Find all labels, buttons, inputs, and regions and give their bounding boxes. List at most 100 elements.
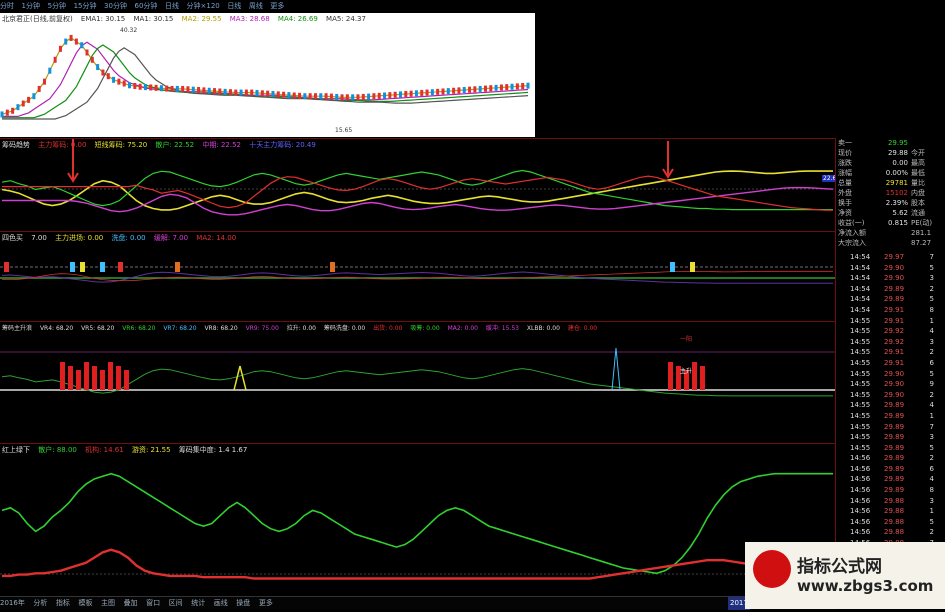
- quote-row: 总量 29781 量比: [836, 178, 945, 188]
- quote-row: 卖一 29.95: [836, 138, 945, 148]
- bottom-item[interactable]: 分析: [33, 599, 47, 607]
- quote-label: 总量: [838, 179, 852, 187]
- tick-row: 14:56 29.89 6: [836, 464, 945, 475]
- toolbar-item[interactable]: 30分钟: [104, 2, 127, 10]
- candle: [388, 92, 392, 99]
- four-color-panel[interactable]: 四色买 7.00 主力进场: 0.00 洗盘: 0.00 缓解: 7.00 MA…: [0, 231, 835, 322]
- tick-row: 14:55 29.89 4: [836, 400, 945, 411]
- candle: [239, 89, 243, 96]
- toolbar-item[interactable]: 分钟×120: [187, 2, 220, 10]
- tick-row: 14:55 29.89 7: [836, 422, 945, 433]
- red-green-panel[interactable]: 红上绿下 散户: 88.00 机构: 14.61 游资: 21.55 筹码集中度…: [0, 443, 835, 597]
- tick-volume: 4: [929, 475, 934, 484]
- tick-price: 29.88: [884, 528, 905, 537]
- candle: [377, 92, 381, 99]
- candle: [430, 89, 434, 96]
- candle: [266, 90, 270, 97]
- candle: [5, 109, 9, 116]
- candle: [27, 96, 31, 103]
- candle: [452, 87, 456, 94]
- candle: [175, 85, 179, 92]
- candle: [398, 91, 402, 98]
- bottom-item[interactable]: 模板: [78, 599, 92, 607]
- bottom-item[interactable]: 更多: [259, 599, 273, 607]
- tick-time: 14:54: [850, 253, 871, 261]
- legend-item: 十天主力筹码: 20.49: [249, 141, 316, 149]
- tick-price: 29.88: [884, 517, 905, 526]
- watermark-url: www.zbgs3.com: [797, 577, 934, 595]
- candle: [515, 83, 519, 90]
- quote-value: 29.95: [887, 139, 908, 147]
- ma5-line: [2, 47, 529, 120]
- quote-label: 大宗流入: [838, 239, 866, 247]
- down-arrow-icon: [662, 141, 674, 179]
- candle: [186, 86, 190, 93]
- tick-volume: 6: [929, 358, 934, 367]
- quote-label-2: [908, 139, 911, 147]
- candle: [250, 89, 254, 96]
- bottom-item[interactable]: 操盘: [236, 599, 250, 607]
- candle: [16, 104, 20, 111]
- tick-time: 14:56: [850, 507, 871, 516]
- toolbar-item[interactable]: 更多: [270, 2, 284, 10]
- ma2-line: [1, 37, 529, 115]
- main-rise-panel[interactable]: 筹码主升浪 VR4: 68.20 VR5: 68.20 VR6: 68.20 V…: [0, 321, 835, 444]
- tick-time: 14:55: [850, 443, 871, 452]
- candle: [64, 38, 68, 45]
- tick-price: 29.89: [884, 475, 905, 484]
- rise-bar: [68, 366, 73, 390]
- tick-price: 29.89: [884, 433, 905, 442]
- bottom-item[interactable]: 统计: [191, 599, 205, 607]
- quote-row: 净资 5.62 流通: [836, 208, 945, 218]
- quote-row: 大宗流入 87.27: [836, 238, 945, 248]
- bottom-item[interactable]: 窗口: [146, 599, 160, 607]
- ma4-line: [2, 44, 529, 119]
- tick-time: 14:54: [850, 305, 871, 314]
- bottom-item[interactable]: 叠加: [124, 599, 138, 607]
- toolbar-item[interactable]: 日线: [227, 2, 241, 10]
- toolbar-item[interactable]: 5分钟: [48, 2, 66, 10]
- candle: [510, 83, 514, 90]
- candle: [122, 80, 126, 87]
- candle: [313, 93, 317, 100]
- candle: [117, 78, 121, 85]
- quote-label: 涨幅: [838, 169, 852, 177]
- toolbar-item[interactable]: 周线: [249, 2, 263, 10]
- chip-trend-panel[interactable]: 筹码趋势 主力筹码: 0.00 短线筹码: 75.20 散户: 22.52 中期…: [0, 138, 842, 232]
- tick-row: 14:55 29.92 4: [836, 326, 945, 337]
- tick-price: 29.91: [884, 316, 905, 325]
- candle: [85, 49, 89, 56]
- tick-volume: 6: [929, 464, 934, 473]
- signal-bar: [118, 262, 123, 272]
- candle: [404, 91, 408, 98]
- candle: [234, 89, 238, 96]
- bottom-item[interactable]: 区间: [169, 599, 183, 607]
- candle: [414, 90, 418, 97]
- bottom-item[interactable]: 主图: [101, 599, 115, 607]
- toolbar-item[interactable]: 日线: [165, 2, 179, 10]
- toolbar-item[interactable]: 15分钟: [74, 2, 97, 10]
- bottom-item[interactable]: 指标: [56, 599, 70, 607]
- candle: [69, 34, 73, 41]
- legend-item: 主力筹码: 0.00: [38, 141, 87, 149]
- tick-row: 14:54 29.89 2: [836, 284, 945, 295]
- bottom-item: 2016年: [0, 599, 25, 607]
- candle: [521, 83, 525, 90]
- candle: [436, 88, 440, 95]
- tick-volume: 5: [929, 295, 934, 304]
- toolbar-item[interactable]: 分时: [0, 2, 14, 10]
- quote-label-2: 281.1: [911, 229, 932, 237]
- tick-price: 29.89: [884, 486, 905, 495]
- tick-time: 14:54: [850, 284, 871, 293]
- signal-bar: [670, 262, 675, 272]
- legend-item: 筹码集中度: 1.4 1.67: [178, 446, 248, 454]
- bottom-item[interactable]: 画线: [214, 599, 228, 607]
- legend-item: 短线筹码: 75.20: [94, 141, 148, 149]
- quote-row: 外盘 15102 内盘: [836, 188, 945, 198]
- quote-label: 净资: [838, 209, 852, 217]
- price-panel[interactable]: 北京君正(日线,前复权) EMA1: 30.15 MA1: 30.15 MA2:…: [0, 13, 535, 137]
- tick-time: 14:56: [850, 454, 871, 463]
- candle: [319, 93, 323, 100]
- toolbar-item[interactable]: 1分钟: [22, 2, 40, 10]
- toolbar-item[interactable]: 60分钟: [135, 2, 158, 10]
